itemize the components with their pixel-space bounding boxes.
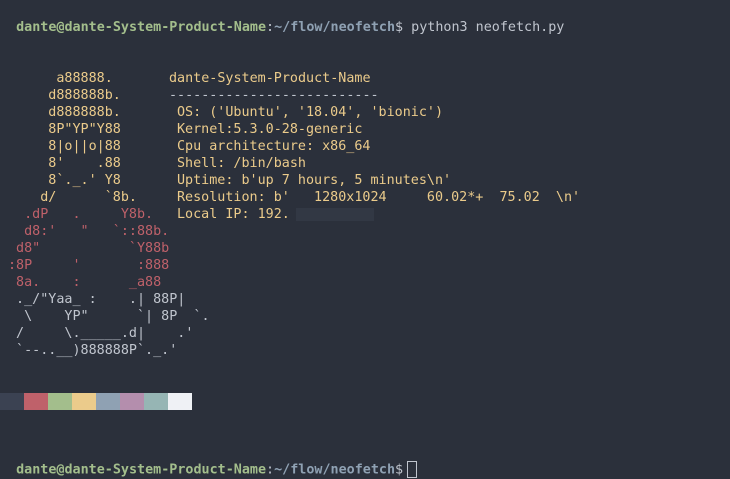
prompt-user-host: dante@dante-System-Product-Name [16,462,267,478]
typed-command: python3 neofetch.py [403,20,565,35]
prompt-path: ~/flow/neofetch [274,462,396,478]
prompt-line-bottom[interactable]: dante@dante-System-Product-Name:~/flow/n… [0,444,418,478]
logo-line: `--..__)888888P`._.' [8,343,178,358]
logo-line: .dP . Y8b. [8,207,154,222]
logo-line: d8" `Y88b [8,241,170,256]
info-resolution: Resolution: b' 1280x1024 60.02*+ 75.02 \… [177,190,581,205]
info-shell: Shell: /bin/bash [177,156,306,171]
info-uptime: Uptime: b'up 7 hours, 5 minutes\n' [177,173,452,188]
palette-swatch [144,393,168,410]
logo-line: / \._____.d| .' [8,326,194,341]
palette-swatch [96,393,120,410]
logo-line: 8`._.' Y8 [8,173,121,188]
info-os: OS: ('Ubuntu', '18.04', 'bionic') [177,105,444,120]
logo-line: d888888b. [8,105,121,120]
info-kernel: Kernel:5.3.0-28-generic [177,122,363,137]
info-local-ip: Local IP: 192. [177,206,374,223]
logo-line: d888888b. [8,88,121,103]
prompt-line-top: dante@dante-System-Product-Name:~/flow/n… [0,2,564,35]
logo-line: 8|o||o|88 [8,139,121,154]
redacted-ip-mask [295,207,374,221]
logo-line: d8:' " `::88b. [8,224,170,239]
logo-line: \ YP" `| 8P `. [8,309,210,324]
palette-swatch [24,393,48,410]
info-hostname: dante-System-Product-Name [169,71,371,86]
prompt-symbol: $ [395,462,404,478]
logo-line: d/ `8b. [8,190,137,205]
prompt-separator: : [266,20,275,35]
color-palette [0,393,192,410]
palette-swatch [0,393,24,410]
prompt-separator: : [266,462,275,478]
logo-line: 8' .88 [8,156,121,171]
info-divider: -------------------------- [169,88,379,103]
palette-swatch [48,393,72,410]
prompt-user-host: dante@dante-System-Product-Name [16,20,267,35]
prompt-symbol: $ [395,20,404,35]
logo-line: :8P ' :888 [8,258,170,273]
logo-line: ._/"Yaa_ : .| 88P| [8,292,186,307]
info-local-ip-text: Local IP: 192. [177,207,290,222]
palette-swatch [120,393,144,410]
palette-swatch [72,393,96,410]
logo-line: a88888. [8,71,113,86]
palette-swatch [168,393,192,410]
prompt-path: ~/flow/neofetch [274,20,396,35]
info-cpu: Cpu architecture: x86_64 [177,139,371,154]
logo-line: 8a. : _a88 [8,275,162,290]
logo-line: 8P"YP"Y88 [8,122,121,137]
